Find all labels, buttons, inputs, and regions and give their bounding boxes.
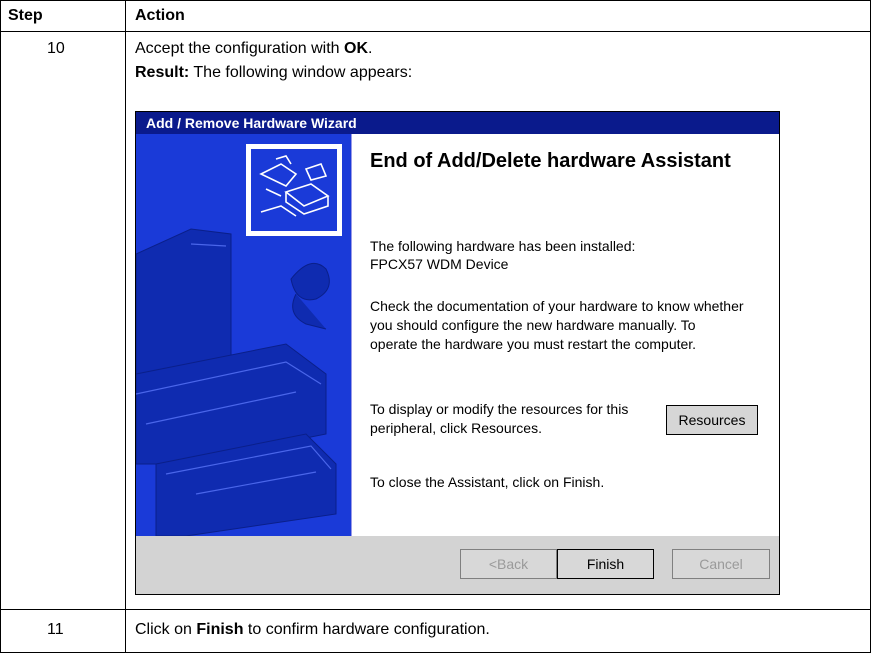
documentation-text-line1: Check the documentation of your hardware… <box>370 298 744 314</box>
table-border-right <box>870 0 871 653</box>
close-instruction-text: To close the Assistant, click on Finish. <box>370 474 605 490</box>
documentation-text-line3: operate the hardware you must restart th… <box>370 336 697 352</box>
resources-button[interactable]: Resources <box>666 405 758 435</box>
wizard-footer: <Back Finish Cancel <box>136 536 779 594</box>
action-text-part: Click on <box>135 621 197 638</box>
resources-text-line1: To display or modify the resources for t… <box>370 401 629 417</box>
installed-label: The following hardware has been installe… <box>370 238 636 254</box>
result-text: Result: The following window appears: <box>135 64 412 82</box>
resources-text-line2: peripheral, click Resources. <box>370 420 542 436</box>
action-text-part: Accept the configuration with <box>135 40 345 57</box>
header-action: Action <box>135 7 185 24</box>
result-description: The following window appears: <box>189 64 413 81</box>
cancel-button[interactable]: Cancel <box>672 549 770 579</box>
wizard-heading: End of Add/Delete hardware Assistant <box>370 150 731 172</box>
wizard-illustration <box>136 134 351 536</box>
action-text: Click on Finish to confirm hardware conf… <box>135 621 490 639</box>
action-text-bold: Finish <box>196 621 244 638</box>
device-name: FPCX57 WDM Device <box>370 256 509 272</box>
step-number: 11 <box>47 621 64 638</box>
table-column-divider <box>125 0 126 653</box>
action-text: Accept the configuration with OK. <box>135 40 372 58</box>
action-text-bold: OK <box>344 40 369 57</box>
wizard-window: Add / Remove Hardware Wizard End of Add/… <box>135 111 780 595</box>
finish-button[interactable]: Finish <box>557 549 654 579</box>
action-text-part: to confirm hardware configuration. <box>243 621 490 638</box>
step-number: 10 <box>47 40 65 57</box>
header-step: Step <box>8 7 43 24</box>
documentation-text-line2: you should configure the new hardware ma… <box>370 317 696 333</box>
action-text-part: . <box>368 40 373 57</box>
table-header-divider <box>0 31 871 32</box>
table-border-left <box>0 0 1 653</box>
table-border-top <box>0 0 871 1</box>
table-row-divider <box>0 609 871 610</box>
back-button[interactable]: <Back <box>460 549 557 579</box>
wizard-content: End of Add/Delete hardware Assistant The… <box>351 134 779 536</box>
hardware-illustration-icon <box>136 144 342 536</box>
result-label: Result: <box>135 64 190 81</box>
wizard-title-bar: Add / Remove Hardware Wizard <box>136 112 779 134</box>
